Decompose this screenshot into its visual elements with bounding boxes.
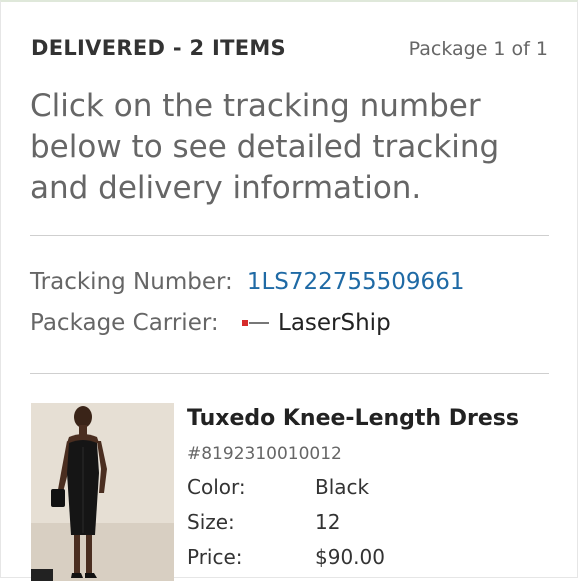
tracking-number-link[interactable]: 1LS722755509661 <box>247 269 465 295</box>
delivery-status: DELIVERED - 2 ITEMS <box>31 36 286 60</box>
attribute-value: Black <box>315 475 370 499</box>
attribute-value: $90.00 <box>315 545 385 569</box>
lasership-logo-icon <box>242 318 272 328</box>
carrier-info: LaserShip <box>242 310 391 336</box>
tracking-number-label: Tracking Number: <box>30 269 233 295</box>
package-count: Package 1 of 1 <box>408 38 548 60</box>
order-card: DELIVERED - 2 ITEMS Package 1 of 1 Click… <box>0 0 578 581</box>
product-image[interactable] <box>31 403 174 581</box>
product-name[interactable]: Tuxedo Knee-Length Dress <box>187 406 519 431</box>
package-carrier-label: Package Carrier: <box>30 310 219 336</box>
divider <box>30 235 549 236</box>
tracking-number-row: Tracking Number: 1LS722755509661 <box>30 269 464 295</box>
package-header: DELIVERED - 2 ITEMS Package 1 of 1 <box>31 36 548 60</box>
product-sku: #8192310010012 <box>187 444 342 464</box>
package-carrier-row: Package Carrier: LaserShip <box>30 310 550 336</box>
carrier-name: LaserShip <box>278 310 391 336</box>
attribute-value: 12 <box>315 510 341 534</box>
attribute-label: Price: <box>187 545 243 569</box>
attribute-label: Color: <box>187 475 246 499</box>
attribute-label: Size: <box>187 510 235 534</box>
dress-model-illustration <box>31 403 174 581</box>
tracking-instructions: Click on the tracking number below to se… <box>30 88 500 206</box>
divider <box>30 373 549 374</box>
